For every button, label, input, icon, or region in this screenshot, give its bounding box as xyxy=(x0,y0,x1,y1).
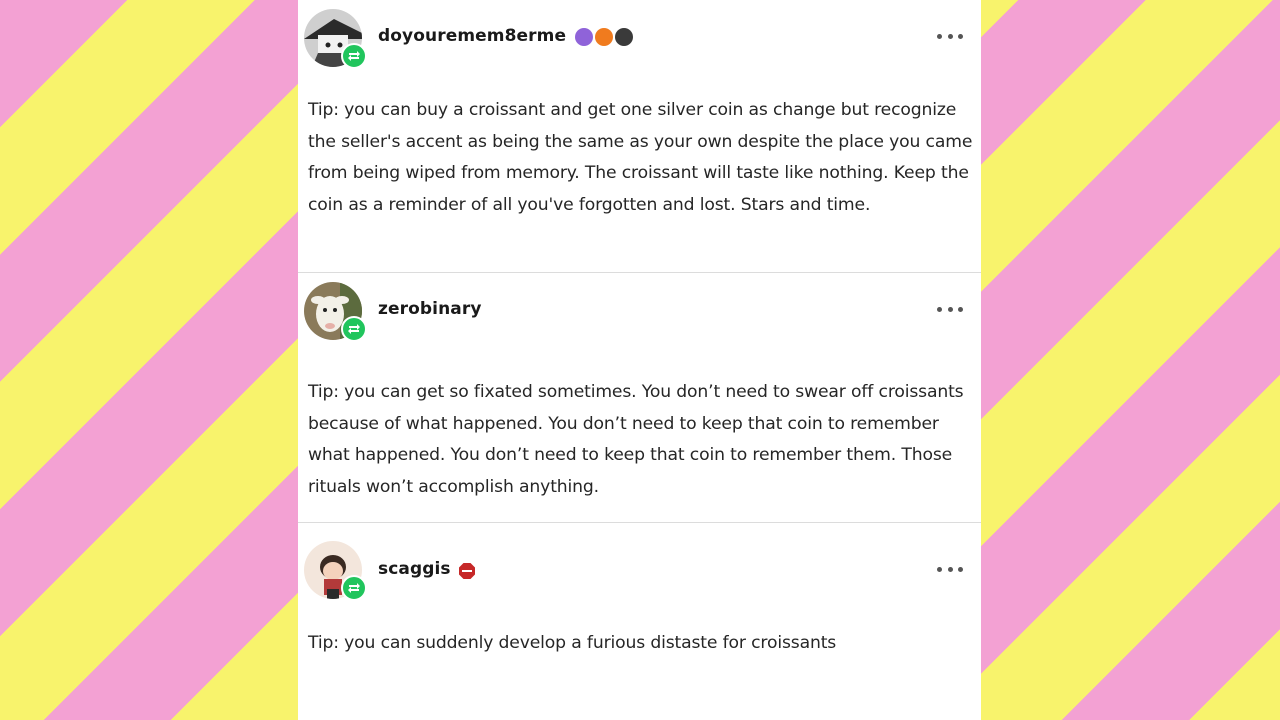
post-text: Tip: you can suddenly develop a furious … xyxy=(308,633,837,653)
post-text: Tip: you can buy a croissant and get one… xyxy=(308,100,973,215)
post-text: Tip: you can get so fixated sometimes. Y… xyxy=(308,382,964,497)
reblog-icon xyxy=(341,575,367,601)
more-options-icon[interactable] xyxy=(937,28,963,44)
reblog-thread-panel: doyouremem8erme Tip: you can buy a crois… xyxy=(298,0,981,720)
reblog-post: scaggis Tip: you can suddenly develop a … xyxy=(298,523,981,720)
reblog-icon xyxy=(341,316,367,342)
username[interactable]: scaggis xyxy=(378,559,451,579)
user-badges xyxy=(575,28,633,46)
post-header: zerobinary xyxy=(298,273,981,343)
reblog-icon xyxy=(341,43,367,69)
more-options-icon[interactable] xyxy=(937,301,963,317)
more-options-icon[interactable] xyxy=(937,561,963,577)
user-badges xyxy=(458,562,476,580)
post-header: scaggis xyxy=(298,523,981,601)
avatar[interactable] xyxy=(304,541,367,601)
badge-purple-icon xyxy=(575,28,593,46)
post-header: doyouremem8erme xyxy=(298,0,981,70)
reblog-post: doyouremem8erme Tip: you can buy a crois… xyxy=(298,0,981,273)
username[interactable]: zerobinary xyxy=(378,299,482,319)
badge-red-octagon-icon xyxy=(459,563,475,579)
username[interactable]: doyouremem8erme xyxy=(378,26,566,46)
badge-orange-paw-icon xyxy=(595,28,613,46)
avatar[interactable] xyxy=(304,9,367,69)
badge-dark-bell-icon xyxy=(615,28,633,46)
reblog-post: zerobinary Tip: you can get so fixated s… xyxy=(298,273,981,523)
avatar[interactable] xyxy=(304,282,367,342)
